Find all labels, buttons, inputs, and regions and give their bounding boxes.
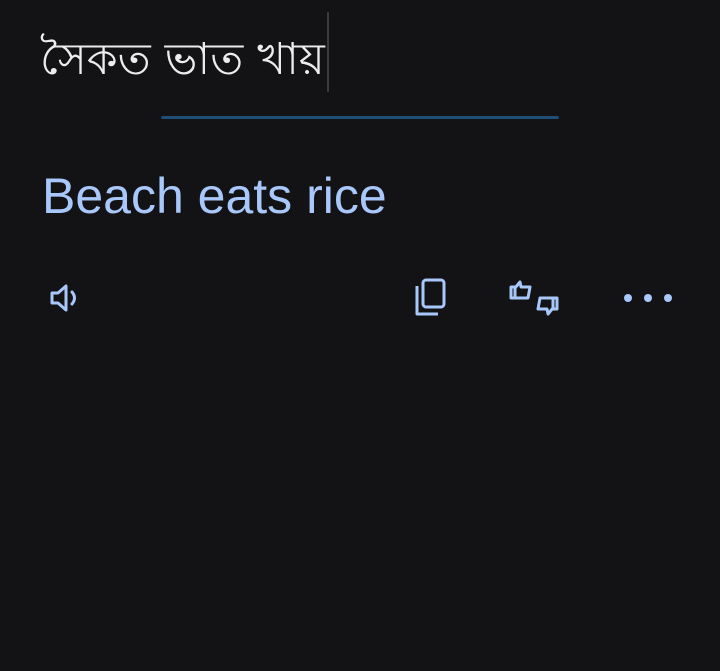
translation-text: Beach eats rice (42, 168, 387, 224)
speaker-icon (50, 284, 76, 312)
more-options-button[interactable] (620, 270, 676, 326)
listen-button[interactable] (38, 270, 94, 326)
source-text[interactable]: সৈকত ভাত খায় (40, 34, 325, 85)
text-cursor (326, 12, 329, 92)
source-text-input[interactable]: সৈকত ভাত খায় (40, 12, 329, 102)
thumbs-up-down-icon (509, 280, 559, 316)
copy-button[interactable] (402, 270, 458, 326)
more-horizontal-icon (624, 294, 672, 302)
source-input-area[interactable]: সৈকত ভাত খায় (40, 10, 680, 92)
feedback-button[interactable] (506, 270, 562, 326)
divider (161, 116, 559, 119)
translation-card: সৈকত ভাত খায় Beach eats rice (0, 0, 720, 671)
copy-icon (415, 278, 446, 316)
